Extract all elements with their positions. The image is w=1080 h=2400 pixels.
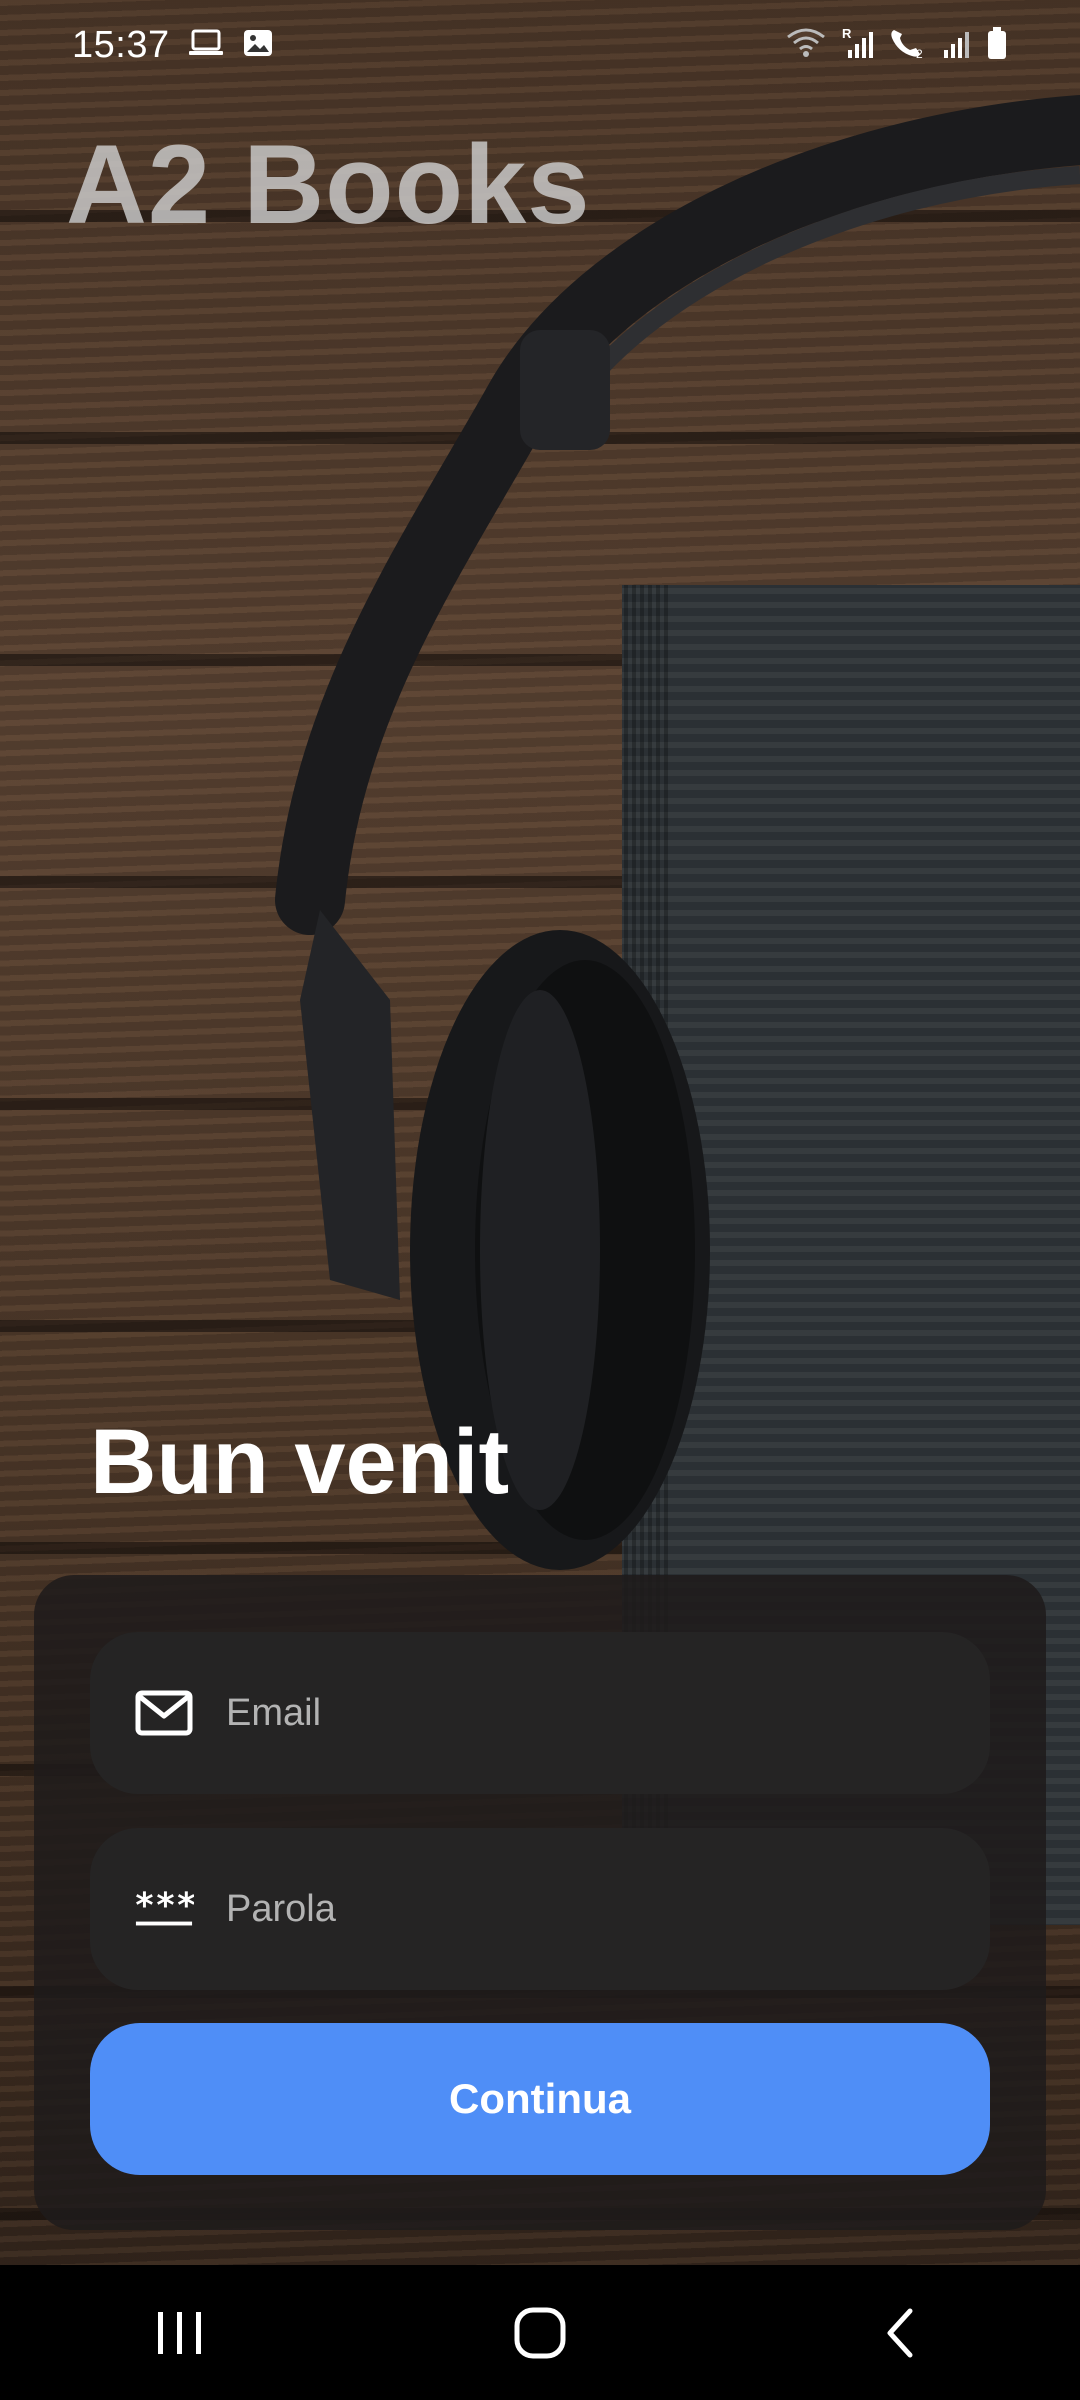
signal-r-icon: R xyxy=(840,26,874,65)
back-icon[interactable] xyxy=(840,2283,960,2383)
email-input[interactable] xyxy=(224,1631,990,1795)
recents-icon[interactable] xyxy=(120,2283,240,2383)
signal-icon xyxy=(942,26,972,65)
svg-text:2: 2 xyxy=(916,47,923,60)
email-field[interactable] xyxy=(90,1631,990,1795)
app-title: A2 Books xyxy=(66,122,591,247)
svg-text:R: R xyxy=(842,26,852,41)
status-bar: 15:37 R 2 xyxy=(0,0,1080,90)
laptop-icon xyxy=(188,28,224,63)
mail-icon xyxy=(134,1688,194,1738)
volte-call-icon: 2 xyxy=(888,26,928,65)
welcome-heading: Bun venit xyxy=(90,1411,510,1513)
login-card: *** Continua xyxy=(34,1575,1046,2230)
status-time: 15:37 xyxy=(72,23,170,66)
login-screen: 15:37 R 2 A2 Books Bun venit Email *** C… xyxy=(0,0,1080,2400)
continue-button[interactable]: Continua xyxy=(90,2023,990,2175)
home-icon[interactable] xyxy=(480,2283,600,2383)
wifi-icon xyxy=(786,27,826,64)
password-icon: *** xyxy=(134,1884,194,1934)
password-field[interactable]: *** xyxy=(90,1827,990,1991)
status-left: 15:37 xyxy=(72,24,274,67)
image-icon xyxy=(242,28,274,63)
battery-icon xyxy=(986,26,1008,65)
password-input[interactable] xyxy=(224,1827,990,1991)
svg-text:***: *** xyxy=(134,1889,194,1926)
navigation-bar xyxy=(0,2265,1080,2400)
status-right: R 2 xyxy=(786,26,1008,65)
